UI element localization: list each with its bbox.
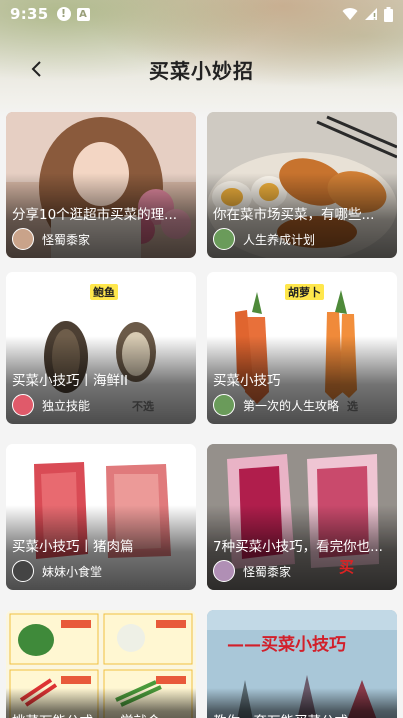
chevron-left-icon: [31, 61, 41, 77]
note-card[interactable]: 分享10个逛超市买菜的理... 怪蜀黍家: [6, 112, 196, 258]
status-time: 9:35: [10, 5, 49, 23]
overlay-label: 鲍鱼: [90, 284, 118, 300]
avatar: [213, 560, 235, 582]
card-author: 第一次的人生攻略: [213, 394, 339, 416]
signal-icon: [365, 8, 377, 20]
card-author: 独立技能: [12, 394, 90, 416]
card-title: 教你一套万能买菜公式，...: [213, 710, 391, 718]
author-name: 怪蜀黍家: [42, 232, 91, 247]
author-name: 怪蜀黍家: [243, 564, 292, 579]
overlay-label: 胡萝卜: [285, 284, 324, 300]
note-card[interactable]: 买 7种买菜小技巧，看完你也... 怪蜀黍家: [207, 444, 397, 590]
card-banner: ——买菜小技巧: [227, 635, 346, 655]
card-title: 买菜小技巧丨海鲜II: [12, 373, 128, 389]
side-label: 选: [347, 400, 358, 413]
author-name: 独立技能: [42, 398, 91, 413]
battery-icon: [384, 6, 393, 22]
avatar: [213, 228, 235, 250]
note-card[interactable]: 买菜小技巧丨猪肉篇 妹妹小食堂: [6, 444, 196, 590]
author-name: 第一次的人生攻略: [243, 398, 340, 413]
status-bar: 9:35 ! A: [0, 0, 403, 28]
author-name: 妹妹小食堂: [42, 564, 103, 579]
title-bar: 买菜小妙招: [0, 46, 403, 92]
card-author: 妹妹小食堂: [12, 560, 102, 582]
author-name: 人生养成计划: [243, 232, 316, 247]
note-card[interactable]: ——买菜小技巧 教你一套万能买菜公式，...: [207, 610, 397, 718]
wifi-icon: [342, 8, 358, 20]
card-title: 挑菜万能公式，一学就会: [12, 710, 190, 718]
card-title: 买菜小技巧丨猪肉篇: [12, 539, 134, 555]
side-label: 买: [339, 558, 355, 576]
back-button[interactable]: [22, 54, 52, 84]
note-card[interactable]: 挑菜万能公式，一学就会: [6, 610, 196, 718]
note-card[interactable]: 你在菜市场买菜，有哪些... 人生养成计划: [207, 112, 397, 258]
card-author: 怪蜀黍家: [12, 228, 90, 250]
note-card[interactable]: 胡萝卜 选 买菜小技巧 第一次的人生攻略: [207, 272, 397, 424]
avatar: [12, 560, 34, 582]
a-notification-icon: A: [76, 7, 90, 21]
note-card[interactable]: 鲍鱼 不选 买菜小技巧丨海鲜II 独立技能: [6, 272, 196, 424]
card-author: 人生养成计划: [213, 228, 315, 250]
avatar: [213, 394, 235, 416]
card-title: 你在菜市场买菜，有哪些...: [213, 207, 375, 223]
card-title: 分享10个逛超市买菜的理...: [12, 207, 178, 223]
page-title: 买菜小妙招: [149, 58, 254, 83]
avatar: [12, 228, 34, 250]
card-title: 7种买菜小技巧，看完你也...: [213, 539, 383, 555]
card-author: 怪蜀黍家: [213, 560, 291, 582]
avatar: [12, 394, 34, 416]
alert-icon: !: [56, 7, 71, 21]
card-title: 买菜小技巧: [213, 373, 281, 389]
side-label: 不选: [132, 400, 154, 413]
